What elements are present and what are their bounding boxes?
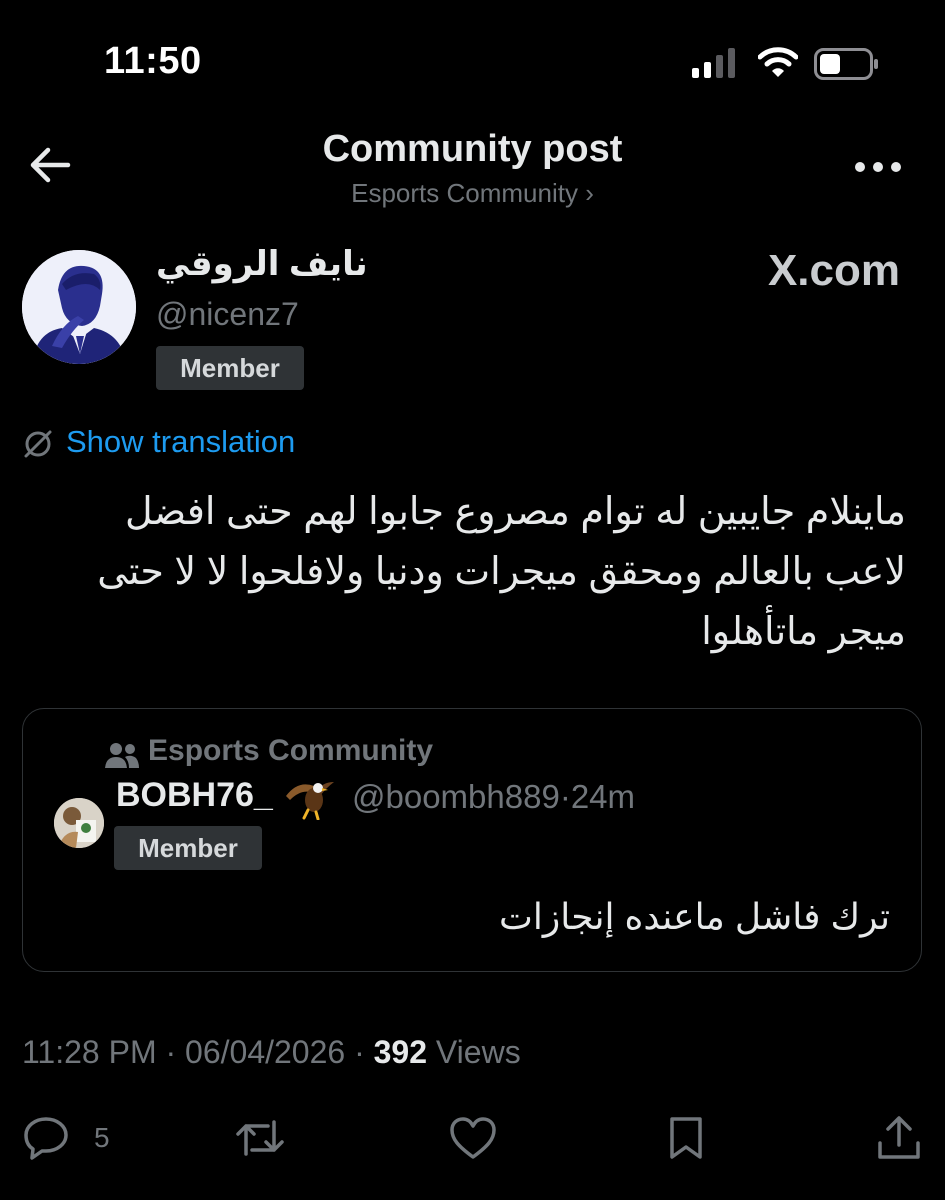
wifi-icon bbox=[758, 46, 798, 78]
views-label: Views bbox=[435, 1034, 521, 1070]
quoted-post-time: 24m bbox=[570, 778, 636, 815]
heart-icon[interactable] bbox=[448, 1114, 498, 1162]
share-icon[interactable] bbox=[876, 1114, 922, 1162]
quoted-post-text: ترك فاشل ماعنده إنجازات bbox=[498, 896, 890, 937]
views-count[interactable]: 392 bbox=[374, 1034, 427, 1070]
eagle-emoji-icon bbox=[284, 776, 336, 820]
reply-count: 5 bbox=[94, 1122, 110, 1153]
quoted-community-name[interactable]: Esports Community bbox=[148, 734, 433, 768]
quoted-author-name[interactable]: BOBH76_ bbox=[116, 776, 273, 815]
quoted-author-avatar[interactable] bbox=[54, 798, 104, 848]
watermark: X.com bbox=[767, 246, 900, 295]
author-handle[interactable]: @nicenz7 bbox=[156, 296, 299, 333]
post-meta: 11:28 PM · 06/04/2026 · 392 Views bbox=[22, 1034, 521, 1071]
show-translation-link[interactable]: Show translation bbox=[66, 424, 295, 460]
translate-icon bbox=[22, 428, 54, 460]
post-date: 06/04/2026 bbox=[185, 1034, 346, 1070]
page-title: Community post bbox=[322, 128, 623, 170]
bookmark-icon[interactable] bbox=[664, 1114, 708, 1162]
reply-icon[interactable] bbox=[22, 1114, 70, 1162]
author-display-name[interactable]: نايف الروقي bbox=[156, 244, 368, 284]
status-time: 11:50 bbox=[104, 40, 202, 82]
separator-dot: · bbox=[559, 778, 571, 815]
more-icon[interactable] bbox=[852, 152, 904, 182]
battery-icon bbox=[814, 48, 880, 80]
member-badge: Member bbox=[156, 346, 304, 390]
post-time: 11:28 PM bbox=[22, 1034, 157, 1070]
cellular-signal-icon bbox=[692, 48, 740, 78]
repost-icon[interactable] bbox=[234, 1114, 286, 1162]
author-avatar[interactable] bbox=[22, 250, 136, 364]
quoted-author-handle[interactable]: @boombh889 bbox=[352, 778, 560, 815]
separator-dot: · bbox=[165, 1034, 177, 1070]
quoted-handle-time: @boombh889·24m bbox=[352, 778, 635, 816]
quoted-member-badge: Member bbox=[114, 826, 262, 870]
separator-dot: · bbox=[354, 1034, 365, 1070]
community-link[interactable]: Esports Community › bbox=[0, 178, 945, 209]
post-text: ماينلام جايبين له توام مصروع جابوا لهم ح… bbox=[97, 491, 906, 653]
people-icon bbox=[104, 740, 140, 770]
